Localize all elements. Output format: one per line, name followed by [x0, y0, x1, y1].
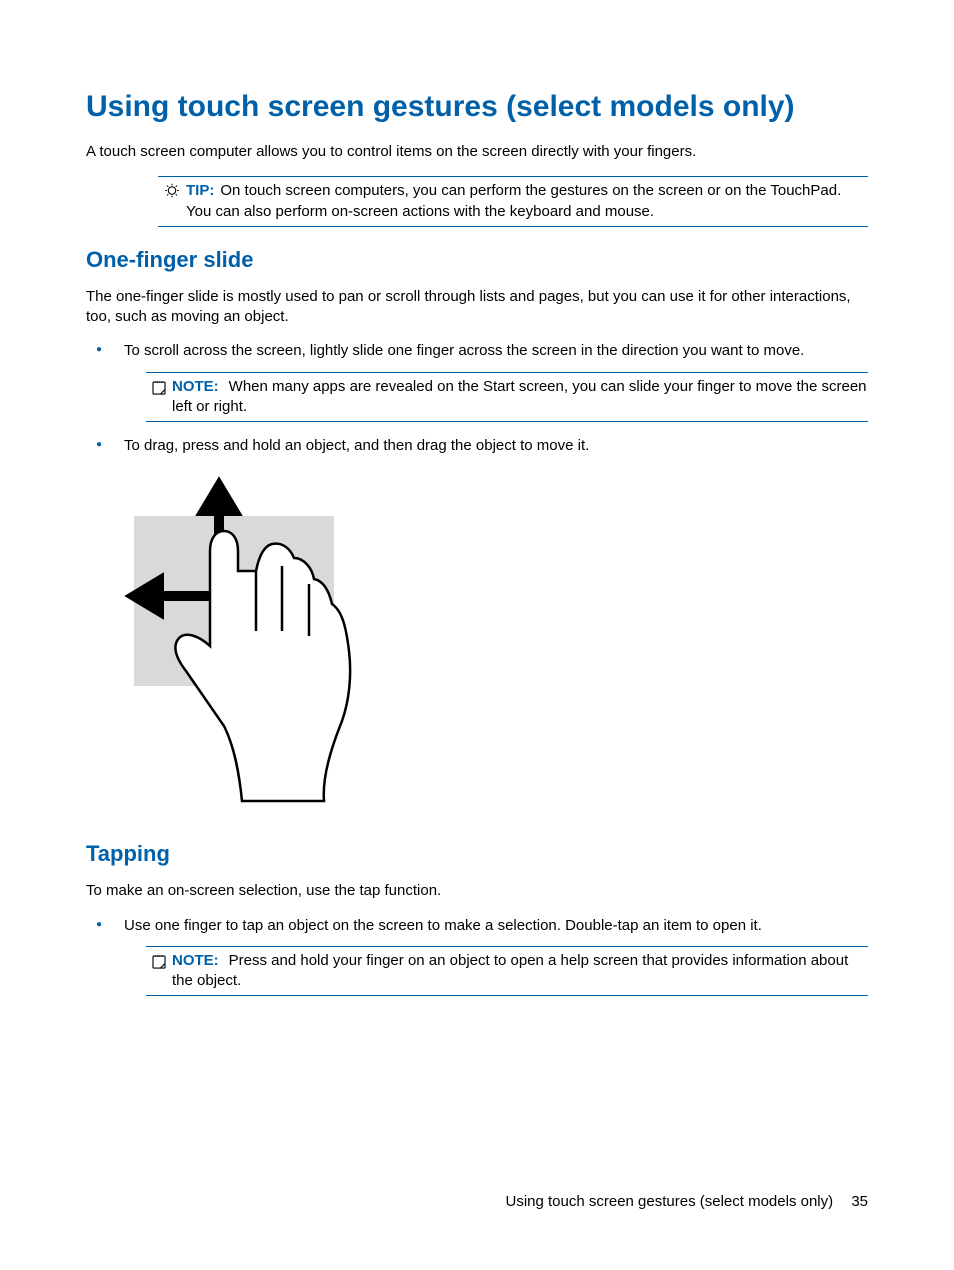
bullet-text: To scroll across the screen, lightly sli…: [124, 342, 804, 359]
gesture-figure: [124, 476, 868, 811]
lightbulb-icon: [163, 183, 181, 201]
note-icon: [150, 379, 168, 397]
tapping-intro: To make an on-screen selection, use the …: [86, 881, 868, 901]
list-item: Use one finger to tap an object on the s…: [86, 916, 868, 997]
tip-callout: TIP:On touch screen computers, you can p…: [158, 176, 868, 227]
one-finger-list: To scroll across the screen, lightly sli…: [86, 341, 868, 456]
footer-text: Using touch screen gestures (select mode…: [505, 1193, 833, 1210]
tip-text: On touch screen computers, you can perfo…: [186, 182, 841, 219]
page-title: Using touch screen gestures (select mode…: [86, 90, 868, 124]
one-finger-intro: The one-finger slide is mostly used to p…: [86, 287, 868, 328]
note-icon: [150, 953, 168, 971]
tapping-list: Use one finger to tap an object on the s…: [86, 916, 868, 997]
note-callout: NOTE:Press and hold your finger on an ob…: [146, 946, 868, 997]
section-heading-one-finger: One-finger slide: [86, 247, 868, 273]
note-callout: NOTE:When many apps are revealed on the …: [146, 372, 868, 423]
note-text: When many apps are revealed on the Start…: [172, 378, 867, 415]
note-label: NOTE:: [172, 378, 219, 395]
section-heading-tapping: Tapping: [86, 841, 868, 867]
bullet-text: To drag, press and hold an object, and t…: [124, 437, 589, 454]
list-item: To drag, press and hold an object, and t…: [86, 436, 868, 456]
note-text: Press and hold your finger on an object …: [172, 952, 848, 989]
note-label: NOTE:: [172, 952, 219, 969]
tip-label: TIP:: [186, 182, 214, 199]
page-footer: Using touch screen gestures (select mode…: [505, 1193, 868, 1210]
bullet-text: Use one finger to tap an object on the s…: [124, 917, 762, 934]
list-item: To scroll across the screen, lightly sli…: [86, 341, 868, 422]
intro-paragraph: A touch screen computer allows you to co…: [86, 142, 868, 162]
page-number: 35: [851, 1193, 868, 1210]
